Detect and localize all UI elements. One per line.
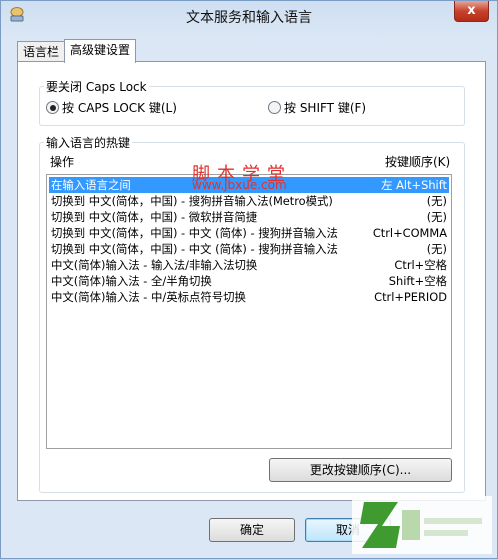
close-icon: x xyxy=(467,3,476,18)
close-button[interactable]: x xyxy=(454,1,489,22)
column-header-action: 操作 xyxy=(50,155,75,169)
radio-shift-key[interactable] xyxy=(268,101,281,114)
capslock-legend: 要关闭 Caps Lock xyxy=(46,80,147,94)
tab-language-bar[interactable]: 语言栏 xyxy=(17,41,66,62)
title-bar[interactable]: 文本服务和输入语言 x xyxy=(1,1,497,31)
tab-label: 高级键设置 xyxy=(70,43,131,57)
row-key: (无) xyxy=(426,242,447,256)
row-action: 切换到 中文(简体，中国) - 中文 (简体) - 搜狗拼音输入法 xyxy=(51,226,338,240)
radio-shift-label[interactable]: 按 SHIFT 键(F) xyxy=(284,99,366,116)
hotkey-row[interactable]: 切换到 中文(简体，中国) - 中文 (简体) - 搜狗拼音输入法 Ctrl+CO… xyxy=(49,225,449,241)
row-key: 左 Alt+Shift xyxy=(381,178,447,192)
window-title: 文本服务和输入语言 xyxy=(186,10,312,26)
change-key-sequence-button[interactable]: 更改按键顺序(C)... xyxy=(269,458,452,482)
watermark-url: www.jbxue.com xyxy=(192,178,287,192)
radio-capslock-key[interactable] xyxy=(46,101,59,114)
row-key: Shift+空格 xyxy=(388,274,447,288)
row-action: 切换到 中文(简体，中国) - 中文 (简体) - 搜狗拼音输入法 xyxy=(51,242,338,256)
row-action: 切换到 中文(简体，中国) - 微软拼音简捷 xyxy=(51,210,258,224)
row-action: 切换到 中文(简体，中国) - 搜狗拼音输入法(Metro模式) xyxy=(51,194,333,208)
row-action: 中文(简体)输入法 - 输入法/非输入法切换 xyxy=(51,258,258,272)
tab-label: 语言栏 xyxy=(23,45,60,59)
hotkey-row[interactable]: 切换到 中文(简体，中国) - 微软拼音简捷 (无) xyxy=(49,209,449,225)
tab-advanced-key-settings[interactable]: 高级键设置 xyxy=(64,39,137,63)
column-header-key: 按键顺序(K) xyxy=(385,155,451,169)
hotkeys-legend: 输入语言的热键 xyxy=(46,136,131,150)
hotkey-row[interactable]: 中文(简体)输入法 - 全/半角切换 Shift+空格 xyxy=(49,273,449,289)
row-action: 在输入语言之间 xyxy=(51,178,131,192)
hotkey-list[interactable]: 在输入语言之间 左 Alt+Shift 切换到 中文(简体，中国) - 搜狗拼音输… xyxy=(46,174,452,449)
row-key: (无) xyxy=(426,194,447,208)
row-key: Ctrl+COMMA xyxy=(372,226,447,240)
tab-panel: 要关闭 Caps Lock 按 CAPS LOCK 键(L) 按 SHIFT 键… xyxy=(17,61,486,501)
radio-capslock-label[interactable]: 按 CAPS LOCK 键(L) xyxy=(62,99,177,116)
row-key: (无) xyxy=(426,210,447,224)
row-action: 中文(简体)输入法 - 中/英标点符号切换 xyxy=(51,290,246,304)
hotkey-row[interactable]: 切换到 中文(简体，中国) - 搜狗拼音输入法(Metro模式) (无) xyxy=(49,193,449,209)
row-action: 中文(简体)输入法 - 全/半角切换 xyxy=(51,274,212,288)
hotkey-row[interactable]: 中文(简体)输入法 - 中/英标点符号切换 Ctrl+PERIOD xyxy=(49,289,449,305)
row-key: Ctrl+空格 xyxy=(394,258,447,272)
site-logo xyxy=(352,496,492,554)
ok-button[interactable]: 确定 xyxy=(209,518,295,542)
row-key: Ctrl+PERIOD xyxy=(374,290,447,304)
hotkey-row[interactable]: 切换到 中文(简体，中国) - 中文 (简体) - 搜狗拼音输入法 (无) xyxy=(49,241,449,257)
dialog-window: 文本服务和输入语言 x 语言栏 高级键设置 要关闭 Caps Lock 按 CA… xyxy=(0,0,498,559)
hotkey-row[interactable]: 中文(简体)输入法 - 输入法/非输入法切换 Ctrl+空格 xyxy=(49,257,449,273)
